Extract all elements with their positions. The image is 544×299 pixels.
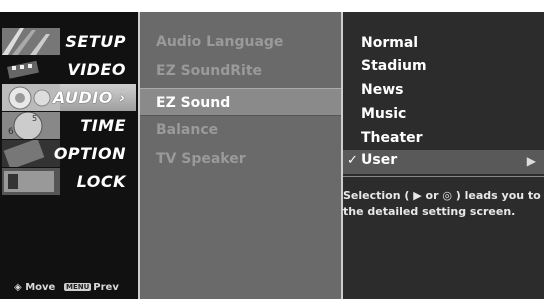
audio-thumbnail-icon xyxy=(2,84,60,111)
help-description: Selection ( ▶ or ◎ ) leads you to the de… xyxy=(343,189,541,218)
menu-label-setup: SETUP xyxy=(65,32,126,51)
sound-mode-news[interactable]: News xyxy=(361,82,403,98)
ez-sound-panel: Normal Stadium News Music Theater ✓ User… xyxy=(343,12,544,299)
submenu-arrow-icon: › xyxy=(118,88,126,107)
divider xyxy=(343,176,544,177)
menu-item-audio[interactable]: AUDIO › xyxy=(2,84,136,111)
setup-thumbnail-icon xyxy=(2,28,60,55)
sound-mode-user[interactable]: ✓ User ▶ xyxy=(343,150,544,174)
audio-submenu: Audio Language EZ SoundRite EZ Sound Bal… xyxy=(140,12,343,299)
sound-mode-theater[interactable]: Theater xyxy=(361,130,423,146)
audio-option-ez-sound[interactable]: EZ Sound xyxy=(140,88,341,116)
menu-label-audio: AUDIO › xyxy=(52,88,126,107)
audio-option-tv-speaker[interactable]: TV Speaker xyxy=(156,151,246,167)
lock-thumbnail-icon xyxy=(2,168,60,195)
svg-text:6: 6 xyxy=(8,127,14,137)
menu-label-video: VIDEO xyxy=(67,60,126,79)
navigation-pad-icon: ◈ xyxy=(14,282,22,293)
checkmark-icon: ✓ xyxy=(347,153,358,168)
sound-mode-stadium[interactable]: Stadium xyxy=(361,58,427,74)
move-hint: ◈ Move xyxy=(14,282,56,293)
menu-item-setup[interactable]: SETUP xyxy=(2,28,136,55)
audio-option-language[interactable]: Audio Language xyxy=(156,34,283,50)
svg-text:5: 5 xyxy=(32,114,37,123)
audio-option-ez-soundrite[interactable]: EZ SoundRite xyxy=(156,63,262,79)
menu-item-lock[interactable]: LOCK xyxy=(2,168,136,195)
option-thumbnail-icon xyxy=(2,140,60,167)
main-menu: SETUP VIDEO AUDIO › 6 5 TIME OPTION LOCK… xyxy=(0,12,140,299)
menu-label-time: TIME xyxy=(80,116,126,135)
menu-label-lock: LOCK xyxy=(76,172,126,191)
right-arrow-icon: ▶ xyxy=(526,154,536,168)
menu-item-option[interactable]: OPTION xyxy=(2,140,136,167)
menu-label-option: OPTION xyxy=(53,144,126,163)
audio-option-balance[interactable]: Balance xyxy=(156,122,218,138)
video-thumbnail-icon xyxy=(2,56,60,83)
prev-hint: MENU Prev xyxy=(64,282,119,293)
sound-mode-normal[interactable]: Normal xyxy=(361,35,418,51)
top-white-strip xyxy=(0,0,544,12)
sound-mode-user-label: User xyxy=(361,152,398,168)
time-thumbnail-icon: 6 5 xyxy=(2,112,60,139)
menu-item-video[interactable]: VIDEO xyxy=(2,56,136,83)
sound-mode-music[interactable]: Music xyxy=(361,106,406,122)
menu-item-time[interactable]: 6 5 TIME xyxy=(2,112,136,139)
menu-key-icon: MENU xyxy=(64,283,92,291)
